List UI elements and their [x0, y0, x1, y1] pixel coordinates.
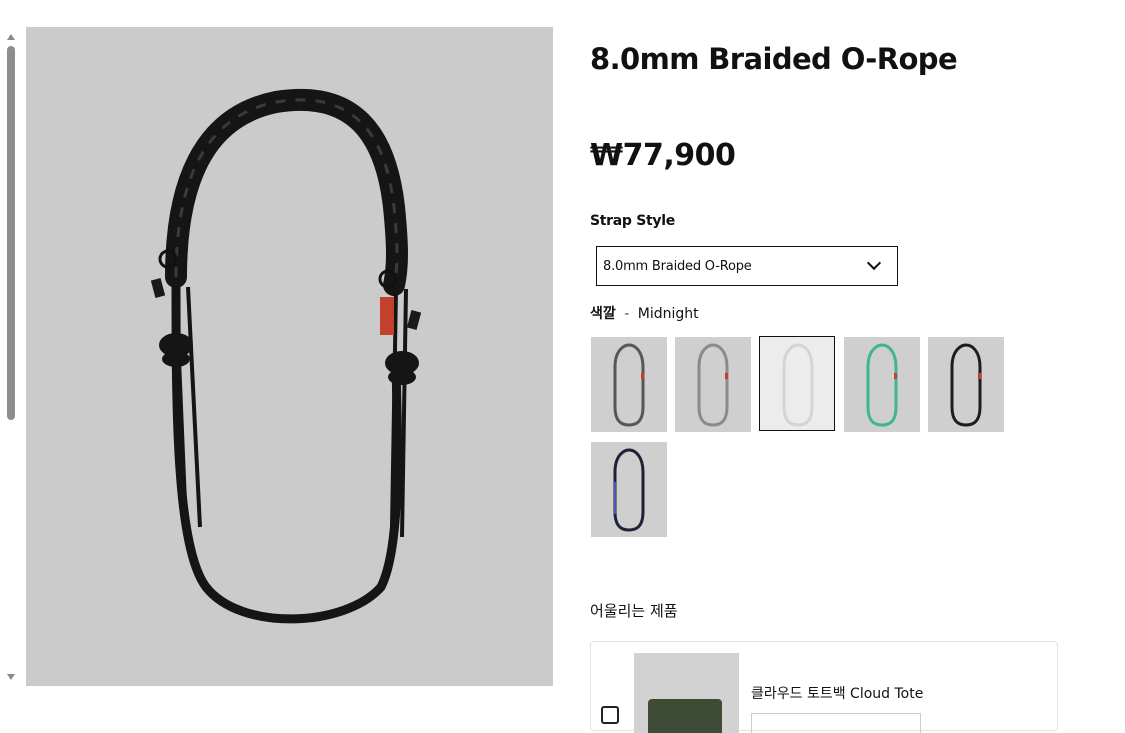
strap-style-label: Strap Style	[590, 213, 675, 229]
swatch-rope-thumbnail	[866, 343, 898, 427]
color-swatch-1[interactable]	[591, 337, 667, 432]
swatch-rope-thumbnail	[950, 343, 982, 427]
strap-style-select[interactable]: 8.0mm Braided O-Rope	[596, 246, 898, 286]
swatch-rope-thumbnail	[613, 343, 645, 427]
product-price: ₩77,900	[590, 138, 736, 173]
tote-bag-shape	[648, 699, 722, 733]
color-swatch-6[interactable]	[591, 442, 667, 537]
matching-products-title: 어울리는 제품	[590, 602, 678, 620]
color-label: 색깔	[590, 306, 616, 322]
chevron-down-icon	[866, 255, 882, 271]
color-separator: -	[624, 306, 630, 322]
main-product-image	[26, 27, 553, 686]
color-selection-label: 색깔 - Midnight	[590, 303, 699, 323]
gallery-scrollbar[interactable]	[0, 26, 24, 692]
matching-product-checkbox[interactable]	[601, 706, 619, 724]
swatch-rope-thumbnail	[613, 448, 645, 532]
scroll-down-arrow-icon[interactable]	[7, 674, 15, 680]
matching-product-option-select[interactable]	[751, 713, 921, 733]
scrollbar-thumb[interactable]	[7, 46, 15, 420]
color-swatch-2[interactable]	[675, 337, 751, 432]
strap-style-selected-value: 8.0mm Braided O-Rope	[603, 259, 752, 274]
matching-product-name: 클라우드 토트백 Cloud Tote	[751, 686, 924, 702]
rope-strap-illustration	[150, 88, 422, 624]
color-swatch-3[interactable]	[759, 336, 835, 431]
swatch-rope-thumbnail	[782, 343, 814, 427]
matching-product-image	[634, 653, 739, 733]
swatch-rope-thumbnail	[697, 343, 729, 427]
color-swatch-4[interactable]	[844, 337, 920, 432]
color-swatch-5[interactable]	[928, 337, 1004, 432]
selected-color-name: Midnight	[637, 306, 699, 322]
product-title: 8.0mm Braided O-Rope	[590, 42, 958, 76]
scroll-up-arrow-icon[interactable]	[7, 34, 15, 40]
